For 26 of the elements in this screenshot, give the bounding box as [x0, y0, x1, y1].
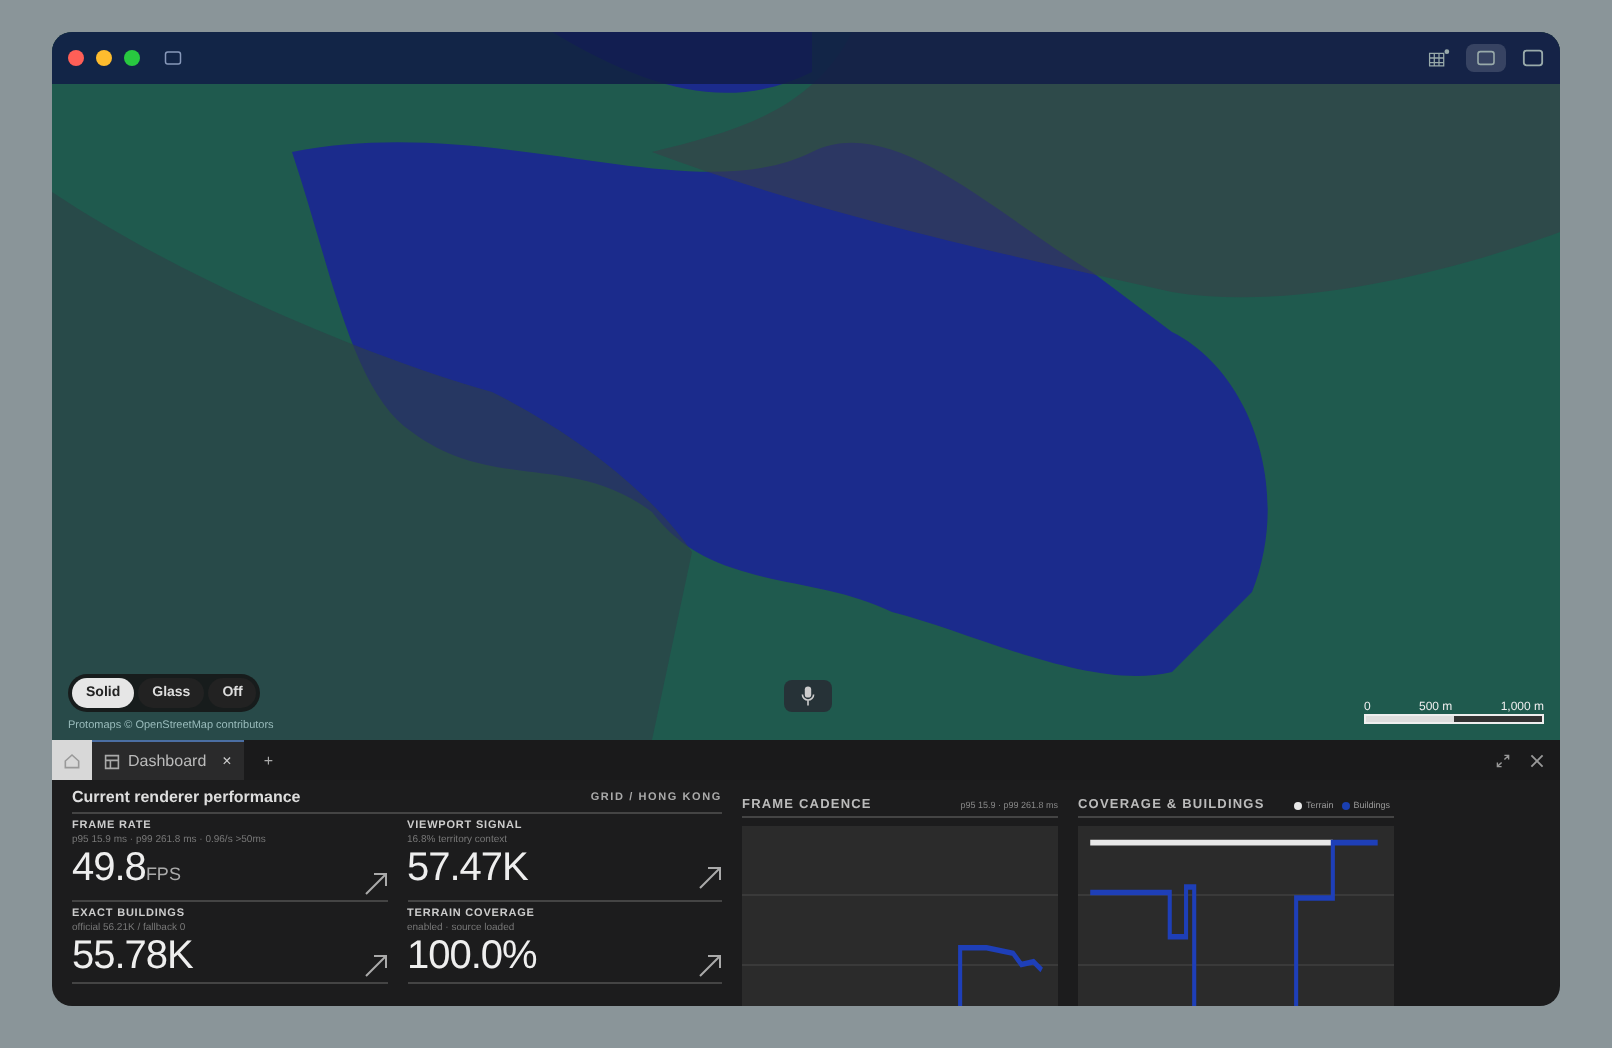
cadence-line	[957, 945, 1044, 1006]
metric-value: 57.47K	[407, 846, 528, 890]
sidebar-icon[interactable]	[164, 50, 182, 66]
layout-icon	[104, 753, 120, 769]
window-icon[interactable]	[1522, 48, 1544, 68]
add-tab-button[interactable]: +	[263, 751, 273, 769]
grid-icon[interactable]	[1428, 48, 1450, 68]
trend-arrow-icon	[363, 954, 387, 978]
maximize-window-button[interactable]	[124, 50, 140, 66]
minimize-window-button[interactable]	[96, 50, 112, 66]
window-view-button[interactable]	[1466, 44, 1506, 72]
expand-icon[interactable]	[1496, 753, 1510, 767]
trend-arrow-icon	[698, 954, 722, 978]
close-icon[interactable]	[1530, 753, 1544, 767]
metric-value: 49.8FPS	[72, 846, 181, 894]
trend-arrow-icon	[698, 866, 722, 890]
section-title: Current renderer performance	[72, 788, 301, 806]
dashboard-tab[interactable]: Dashboard ×	[92, 740, 244, 780]
window-icon	[1476, 50, 1496, 66]
metric-value: 55.78K	[72, 934, 193, 978]
microphone-icon[interactable]	[784, 680, 832, 712]
trend-arrow-icon	[363, 872, 387, 896]
metric-value: 100.0%	[407, 934, 537, 978]
home-icon	[64, 751, 80, 769]
close-tab-button[interactable]: ×	[222, 752, 232, 770]
close-window-button[interactable]	[68, 50, 84, 66]
